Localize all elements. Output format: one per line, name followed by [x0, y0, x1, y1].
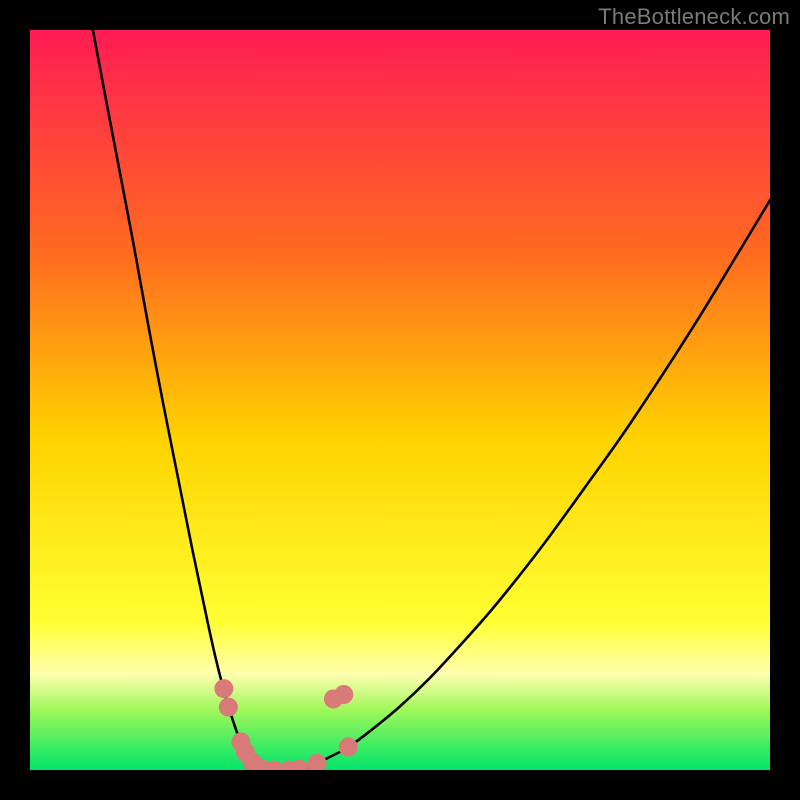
chart-frame: TheBottleneck.com	[0, 0, 800, 800]
curve-marker	[214, 679, 233, 698]
watermark-text: TheBottleneck.com	[598, 4, 790, 30]
curve-marker	[219, 698, 238, 717]
curve-marker	[339, 738, 358, 757]
gradient-rect	[30, 30, 770, 770]
plot-area	[30, 30, 770, 770]
curve-marker	[334, 685, 353, 704]
chart-svg	[30, 30, 770, 770]
curve-marker	[236, 743, 255, 762]
